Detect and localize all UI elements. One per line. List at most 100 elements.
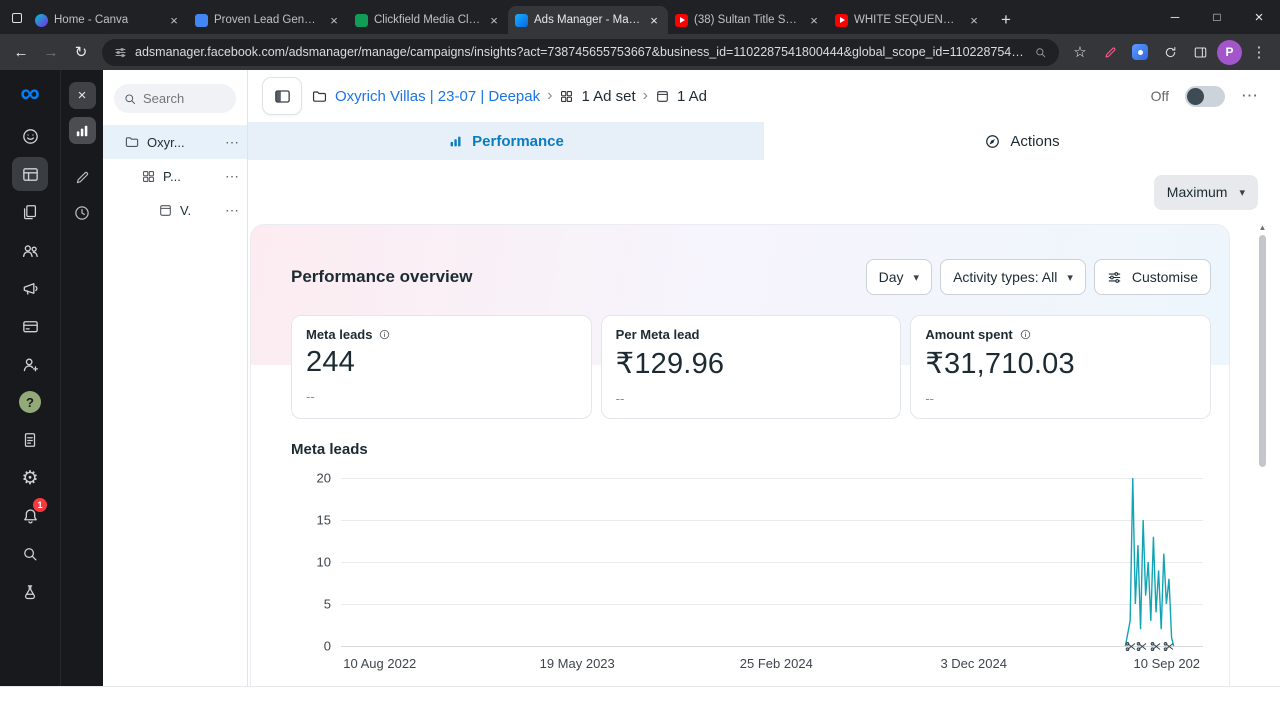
- notifications-bell-icon[interactable]: 1: [12, 498, 48, 533]
- overview-controls: Day ▾ Activity types: All ▾ Customise: [865, 259, 1211, 295]
- docs-favicon: [195, 13, 208, 27]
- window-menu-button[interactable]: [6, 4, 28, 32]
- y-tick: 0: [323, 638, 331, 654]
- main-content: Oxyrich Villas | 23-07 | Deepak › 1 Ad s…: [248, 70, 1280, 686]
- reload-button[interactable]: ↻: [68, 39, 94, 65]
- insights-chart-icon[interactable]: [68, 117, 96, 144]
- audiences-people-icon[interactable]: [12, 233, 48, 267]
- leads-series-line: [1124, 478, 1175, 646]
- rail-search-icon[interactable]: [12, 537, 48, 571]
- new-tab-button[interactable]: +: [992, 6, 1020, 34]
- browser-menu-kebab[interactable]: ⋮: [1246, 39, 1272, 65]
- metric-value: ₹31,710.03: [925, 348, 1075, 380]
- address-bar[interactable]: adsmanager.facebook.com/adsmanager/manag…: [102, 38, 1059, 66]
- notes-document-icon[interactable]: [12, 423, 48, 457]
- settings-gear-icon[interactable]: ⚙: [12, 461, 48, 495]
- side-panel-icon[interactable]: [1187, 39, 1213, 65]
- metric-per-meta-lead[interactable]: Per Meta lead ₹129.96 --: [600, 315, 902, 419]
- tree-item-campaign[interactable]: Oxyr... ⋯: [103, 125, 247, 159]
- billing-card-icon[interactable]: [12, 309, 48, 343]
- tab-title: Clickfield Media Clients -: [374, 14, 481, 26]
- add-person-icon[interactable]: [12, 347, 48, 381]
- tree-item-ad[interactable]: V. ⋯: [103, 193, 247, 227]
- forward-button[interactable]: →: [38, 39, 64, 65]
- browser-tab-youtube-1[interactable]: (38) Sultan Title Song | Sal ×: [668, 6, 828, 34]
- header-menu-ellipsis[interactable]: ⋯: [1241, 86, 1258, 106]
- all-tools-icon[interactable]: [12, 157, 48, 191]
- tree-item-menu[interactable]: ⋯: [225, 134, 239, 151]
- breadcrumb-adset[interactable]: 1 Ad set: [581, 88, 635, 105]
- breadcrumb-ad[interactable]: 1 Ad: [677, 88, 707, 105]
- tab-close-icon[interactable]: ×: [167, 13, 181, 28]
- scissors-icon: [1136, 642, 1147, 651]
- tab-title: WHITE SEQUENS CUTDAN: [854, 14, 961, 26]
- tab-title: Home - Canva: [54, 14, 129, 26]
- sync-refresh-icon[interactable]: [1157, 39, 1183, 65]
- close-window-button[interactable]: ×: [1238, 0, 1280, 34]
- tab-close-icon[interactable]: ×: [967, 13, 981, 28]
- search-icon[interactable]: [1034, 46, 1047, 59]
- maximize-button[interactable]: □: [1196, 0, 1238, 34]
- browser-tab-sheets[interactable]: Clickfield Media Clients - ×: [348, 6, 508, 34]
- info-icon[interactable]: [1019, 328, 1032, 341]
- extension-blue-icon[interactable]: [1127, 39, 1153, 65]
- activity-types-dropdown[interactable]: Activity types: All ▾: [940, 259, 1086, 295]
- scrollbar-thumb[interactable]: [1259, 235, 1266, 467]
- ads-megaphone-icon[interactable]: [12, 271, 48, 305]
- bookmark-star-icon[interactable]: ☆: [1067, 39, 1093, 65]
- tab-close-icon[interactable]: ×: [327, 13, 341, 28]
- site-settings-icon[interactable]: [114, 46, 127, 59]
- close-panel-button[interactable]: ×: [68, 82, 96, 109]
- search-input[interactable]: [143, 91, 217, 106]
- campaign-toggle[interactable]: [1185, 85, 1225, 107]
- browser-tab-canva[interactable]: Home - Canva ×: [28, 6, 188, 34]
- chart-title: Meta leads: [291, 441, 368, 458]
- history-clock-icon[interactable]: [69, 199, 96, 226]
- tab-performance[interactable]: Performance: [248, 122, 764, 160]
- extension-pen-icon[interactable]: [1097, 39, 1123, 65]
- browser-tab-ads-manager-active[interactable]: Ads Manager - Manage ad ×: [508, 6, 668, 34]
- day-dropdown[interactable]: Day ▾: [865, 259, 933, 295]
- chevron-down-icon: ▾: [913, 271, 920, 284]
- metric-sub: --: [615, 391, 625, 406]
- meta-logo[interactable]: ∞: [20, 80, 39, 107]
- pages-icon[interactable]: [12, 195, 48, 229]
- account-smiley-icon[interactable]: [12, 119, 48, 153]
- back-button[interactable]: ←: [8, 39, 34, 65]
- browser-tab-youtube-2[interactable]: WHITE SEQUENS CUTDAN ×: [828, 6, 988, 34]
- grid-icon: [559, 89, 574, 104]
- campaign-tree-panel: Oxyr... ⋯ P... ⋯ V. ⋯: [103, 70, 248, 686]
- page-scrollbar[interactable]: ▲: [1258, 223, 1267, 615]
- tree-item-menu[interactable]: ⋯: [225, 202, 239, 219]
- tab-close-icon[interactable]: ×: [807, 13, 821, 28]
- actions-compass-icon: [984, 133, 1001, 150]
- tab-close-icon[interactable]: ×: [487, 13, 501, 28]
- metric-meta-leads[interactable]: Meta leads 244 --: [291, 315, 592, 419]
- metric-value: ₹129.96: [615, 348, 725, 380]
- notification-badge: 1: [33, 498, 47, 512]
- labs-flask-icon[interactable]: [12, 575, 48, 609]
- breadcrumb-campaign-link[interactable]: Oxyrich Villas | 23-07 | Deepak: [335, 88, 540, 105]
- help-icon[interactable]: ?: [12, 385, 48, 419]
- x-tick: 10 Sep 202: [1133, 656, 1201, 671]
- maximum-dropdown[interactable]: Maximum ▾: [1153, 174, 1258, 210]
- tree-item-adset[interactable]: P... ⋯: [103, 159, 247, 193]
- tab-title: Ads Manager - Manage ad: [534, 14, 641, 26]
- customise-label: Customise: [1131, 269, 1198, 285]
- tab-close-icon[interactable]: ×: [647, 13, 661, 28]
- tab-actions[interactable]: Actions: [764, 122, 1280, 160]
- metric-label: Meta leads: [306, 327, 373, 342]
- minimize-button[interactable]: ─: [1154, 0, 1196, 34]
- tree-item-menu[interactable]: ⋯: [225, 168, 239, 185]
- collapse-sidebar-button[interactable]: [262, 77, 302, 115]
- scrollbar-up-arrow[interactable]: ▲: [1258, 223, 1267, 233]
- ads-manager-app: ∞ ? ⚙ 1 × Search Oxyr... ⋯ P... ⋯ V. ⋯ O…: [0, 70, 1280, 687]
- edit-pencil-icon[interactable]: [69, 164, 96, 191]
- tree-search-box[interactable]: [114, 84, 236, 113]
- browser-tab-docs[interactable]: Proven Lead Generation St ×: [188, 6, 348, 34]
- metric-amount-spent[interactable]: Amount spent ₹31,710.03 --: [910, 315, 1212, 419]
- profile-avatar[interactable]: P: [1217, 39, 1242, 65]
- customise-button[interactable]: Customise: [1093, 259, 1211, 295]
- info-icon[interactable]: [378, 328, 391, 341]
- folder-icon: [124, 134, 140, 150]
